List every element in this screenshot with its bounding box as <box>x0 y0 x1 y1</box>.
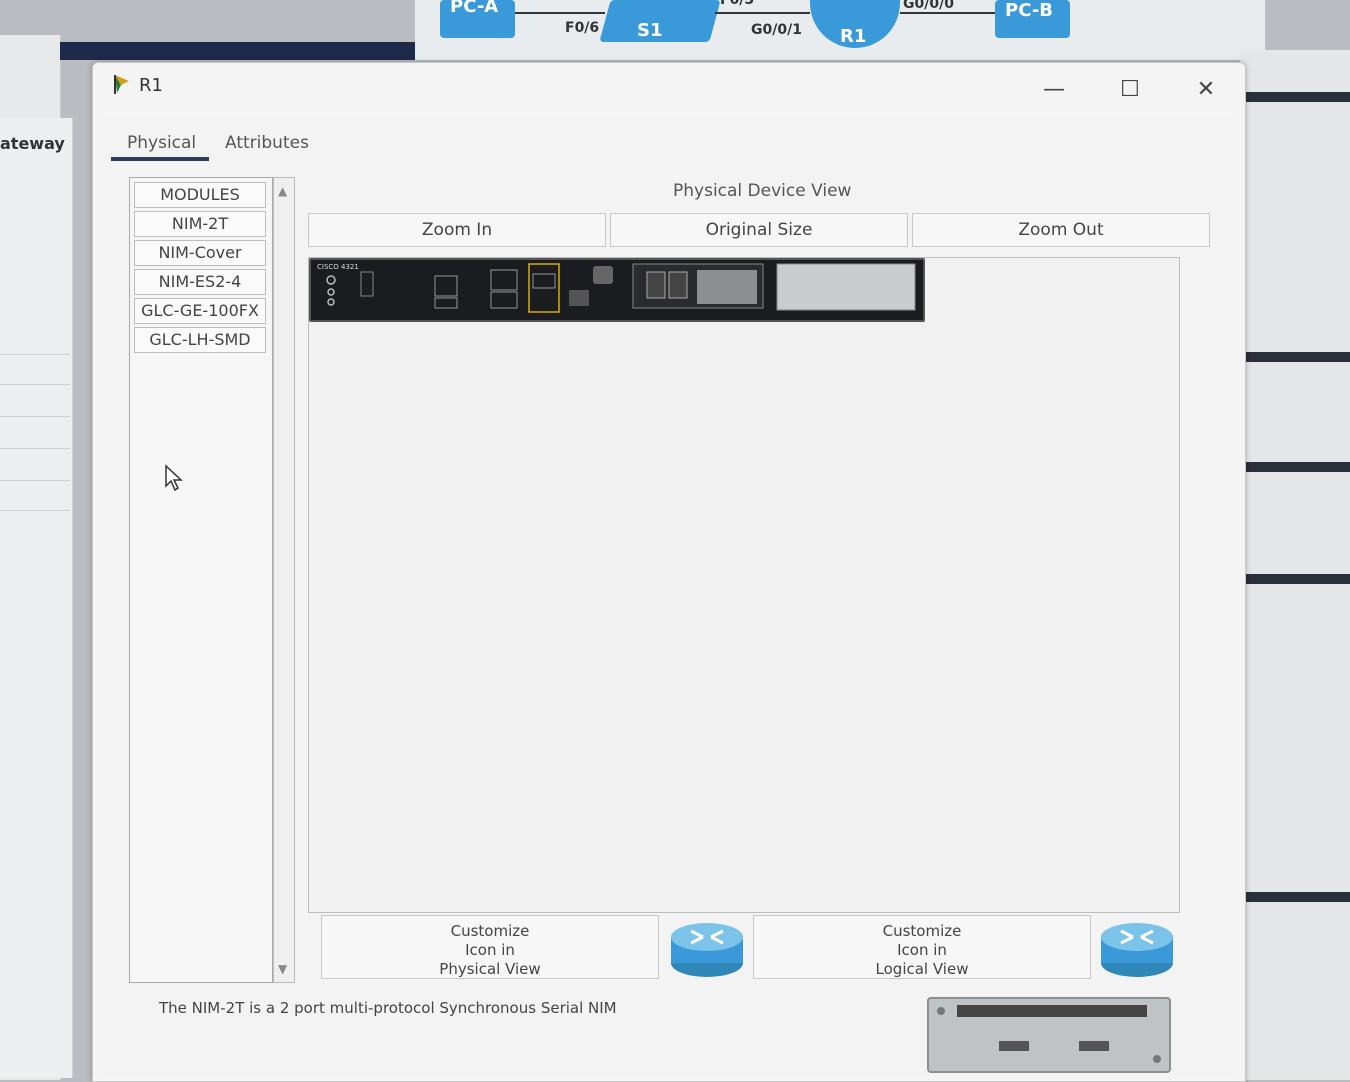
title-bar[interactable]: R1 — ☐ ✕ <box>93 63 1245 111</box>
module-item-glc-ge-100fx[interactable]: GLC-GE-100FX <box>134 298 266 324</box>
zoom-out-button[interactable]: Zoom Out <box>912 213 1210 247</box>
router-r1-label: R1 <box>840 26 867 47</box>
customize-physical-line2: Icon in <box>465 941 515 959</box>
background-row <box>0 384 70 385</box>
customize-logical-line2: Icon in <box>897 941 947 959</box>
link-line <box>715 12 810 14</box>
modules-header: MODULES <box>134 182 266 208</box>
background-row <box>0 448 70 449</box>
switch-s1-label: S1 <box>637 20 663 41</box>
link-label-f06: F0/6 <box>565 20 600 36</box>
minimize-button[interactable]: — <box>1039 77 1069 103</box>
background-gateway-label: ateway <box>0 134 65 153</box>
logical-router-icon <box>1101 923 1173 977</box>
tab-attributes[interactable]: Attributes <box>225 133 309 153</box>
background-right-panel <box>1240 50 1350 1080</box>
tab-physical[interactable]: Physical <box>127 133 196 153</box>
physical-device-canvas[interactable]: CISCO 4321 <box>308 257 1180 913</box>
link-label-g000: G0/0/0 <box>903 0 954 12</box>
module-description: The NIM-2T is a 2 port multi-protocol Sy… <box>159 999 617 1017</box>
pc-a-label: PC-A <box>450 0 499 17</box>
active-tab-indicator <box>111 157 209 161</box>
close-button[interactable]: ✕ <box>1191 77 1221 103</box>
link-line <box>900 12 995 14</box>
customize-physical-line1: Customize <box>450 922 530 940</box>
customize-physical-icon-button[interactable]: Customize Icon in Physical View <box>321 915 659 979</box>
mouse-cursor-icon <box>165 464 183 492</box>
window-title: R1 <box>139 75 163 96</box>
link-label-g001: G0/0/1 <box>751 22 802 38</box>
nim-module-preview-image <box>927 997 1171 1073</box>
background-row <box>0 354 70 355</box>
scroll-up-icon[interactable]: ▲ <box>278 184 287 198</box>
module-item-nim-2t[interactable]: NIM-2T <box>134 211 266 237</box>
background-row <box>0 510 70 511</box>
physical-router-icon <box>671 923 743 977</box>
module-item-nim-es2-4[interactable]: NIM-ES2-4 <box>134 269 266 295</box>
background-left-panel <box>0 118 73 1078</box>
pc-b-label: PC-B <box>1005 0 1054 21</box>
customize-logical-icon-button[interactable]: Customize Icon in Logical View <box>753 915 1091 979</box>
dialog-content: Physical Attributes MODULES NIM-2T NIM-C… <box>103 117 1233 1077</box>
topology-canvas[interactable]: PC-A F0/6 S1 F0/5 G0/0/1 R1 G0/0/0 PC-B <box>415 0 1265 60</box>
physical-device-view-title: Physical Device View <box>673 181 852 201</box>
link-label-f05: F0/5 <box>720 0 755 8</box>
nim-module-graphic <box>937 1005 1161 1063</box>
module-item-glc-lh-smd[interactable]: GLC-LH-SMD <box>134 327 266 353</box>
original-size-button[interactable]: Original Size <box>610 213 908 247</box>
customize-logical-line3: Logical View <box>875 960 969 978</box>
zoom-in-button[interactable]: Zoom In <box>308 213 606 247</box>
scroll-down-icon[interactable]: ▼ <box>278 962 287 976</box>
modules-scrollbar[interactable]: ▲ ▼ <box>273 177 295 983</box>
background-row <box>0 416 70 417</box>
maximize-button[interactable]: ☐ <box>1115 77 1145 103</box>
packet-tracer-app-icon <box>114 75 129 94</box>
modules-list[interactable]: MODULES NIM-2T NIM-Cover NIM-ES2-4 GLC-G… <box>129 177 273 983</box>
link-line <box>515 12 605 14</box>
customize-physical-line3: Physical View <box>439 960 541 978</box>
customize-logical-line1: Customize <box>882 922 962 940</box>
router-ports-graphic <box>326 263 916 313</box>
background-row <box>0 480 70 481</box>
device-dialog-window: R1 — ☐ ✕ Physical Attributes MODULES NIM… <box>92 62 1246 1082</box>
router-front-panel[interactable]: CISCO 4321 <box>309 258 925 322</box>
module-item-nim-cover[interactable]: NIM-Cover <box>134 240 266 266</box>
